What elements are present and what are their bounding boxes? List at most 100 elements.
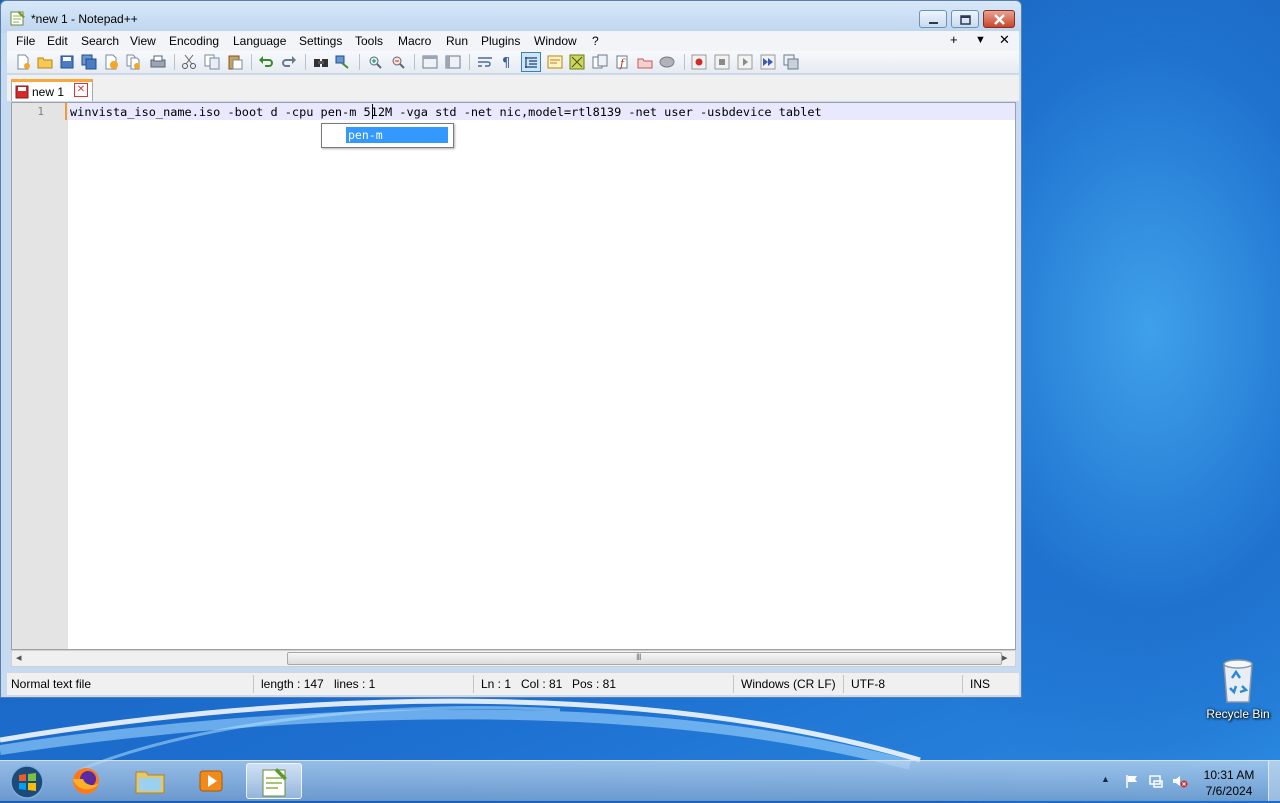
indent-guide-icon[interactable] (523, 54, 539, 70)
minimize-icon (929, 22, 938, 24)
taskbar-notepadpp[interactable] (246, 763, 302, 799)
word-wrap-icon[interactable] (477, 54, 493, 70)
text-editor[interactable]: 1 winvista_iso_name.iso -boot d -cpu pen… (11, 102, 1016, 650)
status-ln: Ln : 1 (481, 677, 512, 691)
menu-window[interactable]: Window (534, 34, 577, 48)
status-separator (733, 675, 734, 693)
user-language-icon[interactable] (547, 54, 563, 70)
show-desktop-button[interactable] (1268, 761, 1280, 801)
recycle-bin-desktop-icon[interactable]: Recycle Bin (1206, 654, 1270, 721)
taskbar: ▲ 10:31 AM 7/6/2024 (0, 760, 1280, 801)
toolbar-separator (305, 54, 306, 70)
restore-icon (960, 15, 971, 25)
save-icon[interactable] (59, 54, 75, 70)
status-encoding: UTF-8 (851, 677, 885, 691)
notepadpp-window: *new 1 - Notepad++ File Edit Search View… (0, 0, 1022, 698)
restore-button[interactable] (951, 10, 979, 28)
redo-icon[interactable] (281, 54, 297, 70)
playback-icon[interactable] (737, 54, 753, 70)
title-bar[interactable]: *new 1 - Notepad++ (1, 1, 1021, 33)
stop-record-icon[interactable] (714, 54, 730, 70)
save-all-icon[interactable] (81, 54, 97, 70)
menu-search[interactable]: Search (81, 34, 119, 48)
tab-bar: new 1 ✕ (7, 75, 1019, 101)
monitoring-icon[interactable] (637, 54, 653, 70)
tab-list-dropdown-button[interactable]: ▼ (975, 34, 986, 46)
menu-language[interactable]: Language (233, 34, 286, 48)
start-record-icon[interactable] (691, 54, 707, 70)
close-document-button[interactable]: ✕ (999, 32, 1010, 48)
scrollbar-thumb[interactable]: III (287, 652, 1002, 665)
document-map-icon[interactable] (569, 54, 585, 70)
tab-label: new 1 (32, 85, 65, 99)
menu-settings[interactable]: Settings (299, 34, 342, 48)
taskbar-file-explorer[interactable] (122, 763, 178, 799)
line-number-gutter: 1 (12, 103, 68, 649)
close-window-button[interactable] (983, 10, 1015, 28)
status-length: length : 147 (261, 677, 324, 691)
paste-icon[interactable] (227, 54, 243, 70)
taskbar-media-player[interactable] (184, 763, 240, 799)
menu-view[interactable]: View (130, 34, 156, 48)
menu-macro[interactable]: Macro (398, 34, 431, 48)
save-macro-icon[interactable] (783, 54, 799, 70)
notepad-plus-plus-icon (262, 768, 287, 797)
toolbar: ¶ f (7, 51, 1019, 74)
taskbar-firefox[interactable] (58, 763, 114, 799)
print-icon[interactable] (150, 54, 166, 70)
system-clock[interactable]: 10:31 AM 7/6/2024 (1198, 767, 1260, 799)
menu-plugins[interactable]: Plugins (481, 34, 520, 48)
firefox-icon (73, 768, 99, 794)
status-eol: Windows (CR LF) (741, 677, 836, 691)
clock-time: 10:31 AM (1203, 768, 1255, 782)
tab-new-1[interactable]: new 1 ✕ (11, 79, 93, 101)
run-macro-multiple-icon[interactable] (760, 54, 776, 70)
function-list-icon[interactable] (592, 54, 608, 70)
zoom-in-icon[interactable] (367, 54, 383, 70)
menu-bar: File Edit Search View Encoding Language … (7, 31, 1019, 51)
status-separator (843, 675, 844, 693)
sync-horizontal-icon[interactable] (445, 54, 461, 70)
clock-date: 7/6/2024 (1205, 784, 1253, 798)
menu-encoding[interactable]: Encoding (169, 34, 219, 48)
tab-close-button[interactable]: ✕ (74, 83, 88, 97)
desktop-wallpaper-swoosh (0, 698, 921, 770)
new-file-icon[interactable] (15, 54, 31, 70)
scroll-left-arrow[interactable]: ◂ (16, 651, 22, 664)
new-tab-plus-button[interactable]: + (950, 32, 958, 47)
scroll-right-arrow[interactable]: ▸ (1002, 651, 1008, 664)
cut-icon[interactable] (181, 54, 197, 70)
start-button[interactable] (8, 764, 46, 800)
find-icon[interactable] (313, 54, 329, 70)
recycle-bin-icon (1223, 659, 1253, 703)
horizontal-scrollbar[interactable]: ◂ III ▸ (11, 650, 1016, 667)
code-line[interactable]: winvista_iso_name.iso -boot d -cpu pen-m… (70, 105, 822, 119)
network-icon[interactable] (1148, 773, 1164, 789)
zoom-out-icon[interactable] (390, 54, 406, 70)
toolbar-separator (359, 54, 360, 70)
action-center-flag-icon[interactable] (1124, 773, 1140, 789)
show-all-chars-icon[interactable]: ¶ (499, 54, 515, 70)
status-separator (473, 675, 474, 693)
replace-icon[interactable] (335, 54, 351, 70)
open-file-icon[interactable] (37, 54, 53, 70)
undo-icon[interactable] (258, 54, 274, 70)
menu-run[interactable]: Run (446, 34, 468, 48)
menu-tools[interactable]: Tools (355, 34, 383, 48)
menu-edit[interactable]: Edit (47, 34, 68, 48)
copy-icon[interactable] (204, 54, 220, 70)
close-icon[interactable] (103, 54, 119, 70)
status-lines: lines : 1 (334, 677, 376, 691)
thumb-grip: III (636, 652, 641, 662)
folder-as-workspace-icon[interactable]: f (615, 54, 631, 70)
close-all-icon[interactable] (125, 54, 141, 70)
status-separator (962, 675, 963, 693)
menu-file[interactable]: File (16, 34, 35, 48)
record-icon[interactable] (659, 54, 675, 70)
sync-vertical-icon[interactable] (422, 54, 438, 70)
minimize-button[interactable] (919, 10, 947, 28)
menu-help[interactable]: ? (592, 34, 599, 48)
autocomplete-item-selected[interactable]: pen-m (346, 127, 448, 143)
show-hidden-icons-button[interactable]: ▲ (1101, 774, 1110, 784)
volume-muted-icon[interactable] (1172, 773, 1188, 789)
